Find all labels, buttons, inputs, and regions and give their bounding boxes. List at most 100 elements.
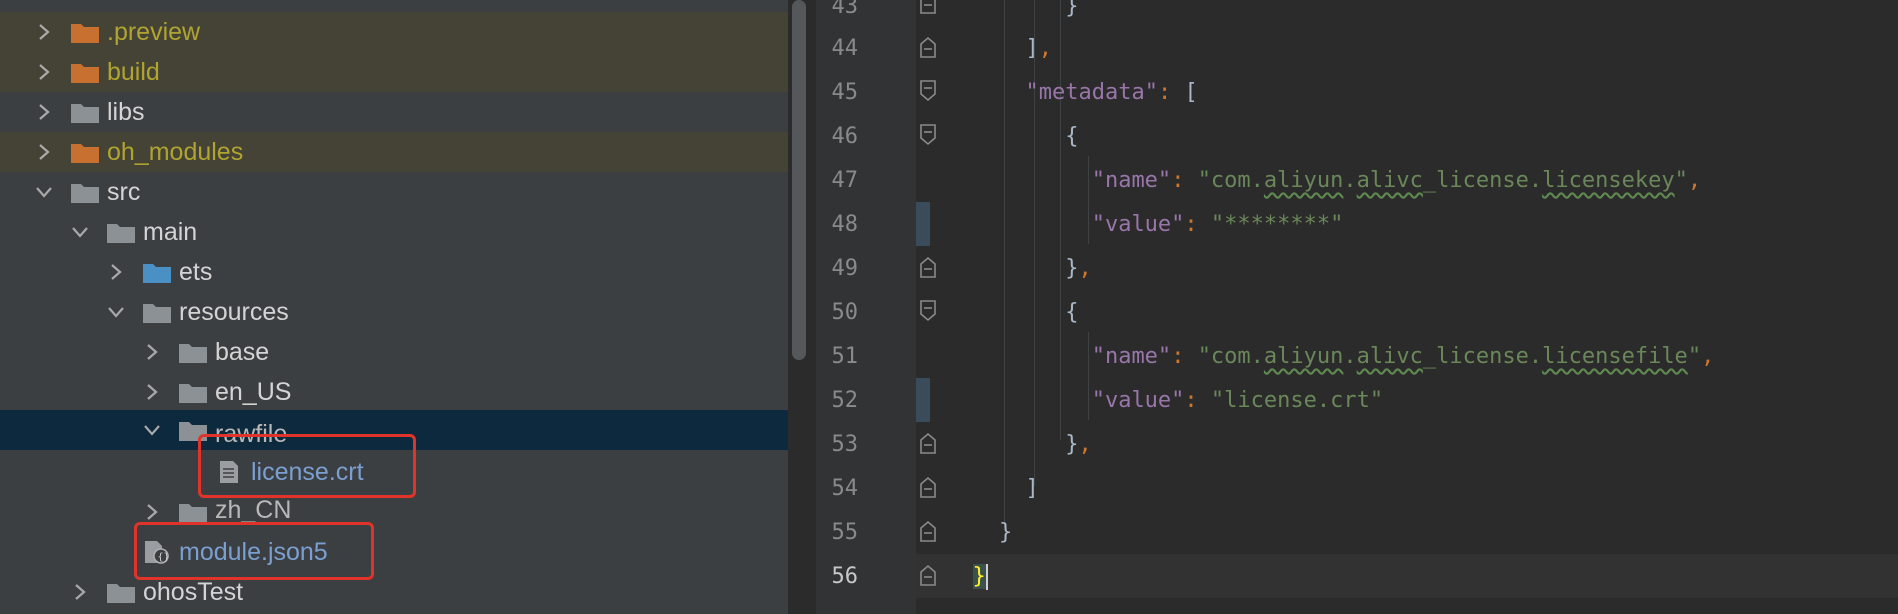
json-key: "name"	[1091, 168, 1172, 193]
folder-icon	[70, 100, 100, 124]
text-caret	[985, 564, 988, 590]
json-string: .	[1343, 168, 1357, 193]
tree-item-zh-cn[interactable]: zh_CN	[0, 492, 788, 532]
fold-end-icon[interactable]	[920, 432, 936, 454]
code-token: ]	[1025, 476, 1039, 501]
fold-end-icon[interactable]	[920, 564, 936, 586]
line-number: 53	[831, 432, 859, 457]
matched-brace: }	[972, 564, 986, 589]
code-token: ]	[1025, 36, 1039, 61]
tree-item-label: base	[215, 338, 270, 366]
line-number: 46	[831, 124, 859, 149]
code-token: :	[1171, 168, 1198, 193]
line-number: 44	[831, 36, 859, 61]
tree-item-resources[interactable]: resources	[0, 292, 788, 332]
json-key: "value"	[1091, 212, 1185, 237]
chevron-right-icon[interactable]	[106, 260, 126, 284]
tree-item-build[interactable]: build	[0, 52, 788, 92]
json-string: "	[1674, 168, 1688, 193]
chevron-right-icon[interactable]	[142, 340, 162, 364]
current-line-highlight	[916, 554, 1898, 598]
code-line: {	[946, 122, 1078, 152]
fold-start-icon[interactable]	[920, 300, 936, 322]
json-key: "metadata"	[1025, 80, 1158, 105]
tree-item-label: ets	[179, 258, 213, 286]
code-token: :	[1184, 212, 1211, 237]
code-token: ,	[1078, 432, 1092, 457]
tree-item-ohostest[interactable]: ohosTest	[0, 572, 788, 612]
code-token: }	[1065, 432, 1079, 457]
tree-item-label: src	[107, 178, 141, 206]
fold-end-icon[interactable]	[920, 476, 936, 498]
json-string: alivc	[1356, 344, 1423, 369]
tree-item-ets[interactable]: ets	[0, 252, 788, 292]
source-folder-icon	[142, 260, 172, 284]
chevron-right-icon[interactable]	[34, 60, 54, 84]
tree-scrollbar[interactable]	[792, 0, 806, 360]
tree-item-label: build	[107, 58, 160, 86]
chevron-right-icon[interactable]	[34, 20, 54, 44]
code-line: "name": "com.aliyun.alivc_license.licens…	[946, 342, 1715, 372]
code-line: "value": "********"	[946, 210, 1344, 240]
fold-end-icon[interactable]	[920, 256, 936, 278]
tree-item-base[interactable]: base	[0, 332, 788, 372]
tree-item-main[interactable]: main	[0, 212, 788, 252]
line-number: 45	[831, 80, 859, 105]
tree-item-label: libs	[107, 98, 145, 126]
code-token: [	[1184, 80, 1198, 105]
chevron-right-icon[interactable]	[142, 500, 162, 524]
code-token: ,	[1078, 256, 1092, 281]
tree-item-src[interactable]: src	[0, 172, 788, 212]
fold-end-icon[interactable]	[920, 36, 936, 58]
tree-item-en-us[interactable]: en_US	[0, 372, 788, 412]
chevron-right-icon[interactable]	[70, 580, 90, 604]
line-number-current: 56	[831, 564, 859, 589]
chevron-right-icon[interactable]	[34, 100, 54, 124]
fold-end-icon[interactable]	[920, 520, 936, 542]
json-string: "********"	[1210, 212, 1344, 237]
code-line: "value": "license.crt"	[946, 386, 1383, 416]
chevron-right-icon[interactable]	[34, 140, 54, 164]
json-string: aliyun	[1263, 344, 1344, 369]
json-string: "license.crt"	[1210, 388, 1384, 413]
code-line: },	[946, 430, 1092, 460]
tree-item-label: en_US	[215, 378, 292, 406]
code-token: {	[1065, 124, 1079, 149]
fold-start-icon[interactable]	[920, 80, 936, 102]
tree-item-label: ohosTest	[143, 578, 244, 606]
chevron-down-icon[interactable]	[106, 300, 126, 324]
change-marker	[916, 378, 930, 422]
tree-item-label: main	[143, 218, 198, 246]
change-marker	[916, 202, 930, 246]
chevron-right-icon[interactable]	[142, 380, 162, 404]
folder-icon	[106, 580, 136, 604]
tree-item-libs[interactable]: libs	[0, 92, 788, 132]
json-string: licensekey	[1542, 168, 1675, 193]
json-string: aliyun	[1263, 168, 1344, 193]
tree-item-preview[interactable]: .preview	[0, 12, 788, 52]
tree-item-oh-modules[interactable]: oh_modules	[0, 132, 788, 172]
line-number: 55	[831, 520, 859, 545]
code-token: :	[1184, 388, 1211, 413]
tree-item-label: resources	[179, 298, 289, 326]
code-line: ],	[946, 34, 1052, 64]
chevron-down-icon[interactable]	[142, 418, 162, 442]
line-number: 47	[831, 168, 859, 193]
chevron-down-icon[interactable]	[70, 220, 90, 244]
code-line: {	[946, 298, 1078, 328]
code-token: ,	[1038, 36, 1052, 61]
code-token: ,	[1701, 344, 1715, 369]
fold-start-icon[interactable]	[920, 124, 936, 146]
line-number: 43	[831, 0, 859, 19]
tree-item-module-json5[interactable]: module.json5	[0, 532, 788, 572]
code-token: ,	[1687, 168, 1702, 193]
tree-item-label: oh_modules	[107, 138, 244, 166]
code-editor[interactable]: 43 44 45 46 47 48 49 50 51 52 53 54 55 5…	[816, 0, 1898, 614]
chevron-down-icon[interactable]	[34, 180, 54, 204]
code-token: }	[1065, 0, 1079, 19]
code-line: }	[946, 518, 1012, 548]
code-token: }	[1065, 256, 1079, 281]
json-key: "name"	[1091, 344, 1172, 369]
folder-icon	[178, 340, 208, 364]
fold-end-icon[interactable]	[920, 0, 936, 14]
